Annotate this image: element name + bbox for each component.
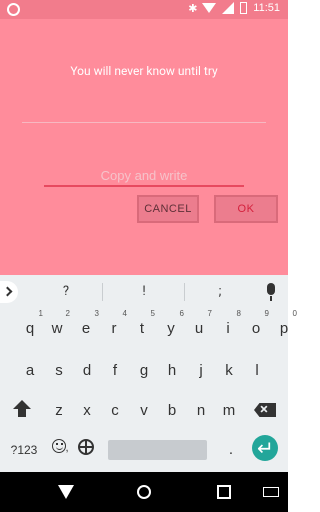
key-c[interactable]: c — [101, 397, 129, 425]
chevron-right-icon[interactable] — [0, 281, 18, 303]
key-n[interactable]: n — [187, 397, 215, 425]
key-x[interactable]: x — [73, 397, 101, 425]
key-hint: 2 — [65, 309, 70, 318]
key-y[interactable]: 6y — [157, 309, 185, 343]
key-label: u — [194, 320, 204, 337]
key-hint: 4 — [122, 309, 127, 318]
backspace-icon[interactable] — [254, 403, 276, 417]
recents-icon[interactable] — [217, 485, 231, 499]
comma-key[interactable]: , — [53, 434, 81, 462]
key-z[interactable]: z — [45, 397, 73, 425]
key-m[interactable]: m — [215, 397, 243, 425]
key-r[interactable]: 4r — [100, 309, 128, 343]
keyboard: ? ! ; 1q2w3e4r5t6y7u8i9o0p asdfghjkl zxc… — [0, 275, 297, 472]
key-label: t — [139, 320, 145, 337]
key-a[interactable]: a — [16, 357, 44, 385]
suggestion-divider — [184, 283, 185, 301]
symbols-key[interactable]: ?123 — [9, 436, 39, 464]
key-k[interactable]: k — [215, 357, 243, 385]
copy-input[interactable] — [44, 165, 244, 187]
clock: 11:51 — [253, 2, 280, 14]
key-label: p — [279, 320, 289, 337]
key-e[interactable]: 3e — [72, 309, 100, 343]
globe-icon[interactable] — [78, 439, 94, 455]
key-i[interactable]: 8i — [214, 309, 242, 343]
key-u[interactable]: 7u — [185, 309, 213, 343]
shift-icon[interactable] — [12, 400, 32, 420]
wifi-icon — [202, 3, 217, 13]
cancel-button[interactable]: CANCEL — [137, 195, 199, 223]
suggestion-divider — [102, 283, 103, 301]
space-bar[interactable] — [108, 440, 207, 460]
key-h[interactable]: h — [158, 357, 186, 385]
key-hint: 8 — [236, 309, 241, 318]
key-label: q — [25, 320, 35, 337]
suggestion-exclaim[interactable]: ! — [124, 284, 164, 299]
key-hint: 3 — [94, 309, 99, 318]
key-hint: 7 — [207, 309, 212, 318]
key-t[interactable]: 5t — [128, 309, 156, 343]
key-o[interactable]: 9o — [242, 309, 270, 343]
suggestion-semicolon[interactable]: ; — [200, 284, 240, 299]
key-d[interactable]: d — [73, 357, 101, 385]
battery-icon — [240, 2, 248, 14]
home-icon[interactable] — [137, 485, 151, 499]
key-l[interactable]: l — [243, 357, 271, 385]
mic-icon[interactable] — [267, 283, 275, 301]
key-label: y — [167, 320, 175, 337]
key-label: w — [51, 320, 63, 337]
signal-icon — [222, 2, 235, 14]
key-v[interactable]: v — [130, 397, 158, 425]
key-g[interactable]: g — [130, 357, 158, 385]
key-label: o — [251, 320, 261, 337]
dialog-area: You will never know until try CANCEL OK — [0, 19, 288, 275]
keyboard-switch-icon[interactable] — [263, 487, 279, 497]
key-hint: 0 — [292, 309, 297, 318]
period-key[interactable]: . — [217, 436, 245, 464]
key-j[interactable]: j — [187, 357, 215, 385]
status-right: ✱ 11:51 — [188, 2, 280, 15]
key-hint: 6 — [179, 309, 184, 318]
key-label: e — [81, 320, 91, 337]
key-b[interactable]: b — [158, 397, 186, 425]
status-bar: ✱ 11:51 — [0, 0, 288, 19]
suggestion-strip: ? ! ; — [0, 275, 288, 309]
key-label: r — [111, 320, 117, 337]
ok-button[interactable]: OK — [214, 195, 278, 223]
back-icon[interactable] — [58, 485, 74, 499]
text-divider — [22, 122, 266, 123]
key-q[interactable]: 1q — [16, 309, 44, 343]
enter-icon[interactable] — [252, 435, 278, 461]
key-hint: 5 — [150, 309, 155, 318]
key-p[interactable]: 0p — [270, 309, 298, 343]
key-hint: 9 — [264, 309, 269, 318]
alarm-icon — [7, 3, 20, 16]
key-f[interactable]: f — [101, 357, 129, 385]
dialog-title: You will never know until try — [70, 64, 218, 78]
bluetooth-icon: ✱ — [188, 3, 198, 15]
key-s[interactable]: s — [45, 357, 73, 385]
key-label: i — [226, 320, 230, 337]
suggestion-question[interactable]: ? — [46, 284, 86, 299]
nav-bar — [0, 472, 288, 512]
key-w[interactable]: 2w — [43, 309, 71, 343]
